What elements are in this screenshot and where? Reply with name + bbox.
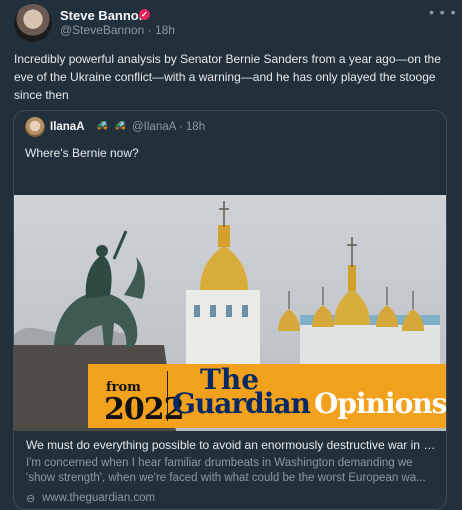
post-text: Incredibly powerful analysis by Senator … — [14, 52, 441, 102]
quote-text: Where's Bernie now? — [25, 146, 139, 160]
guardian-logo-text: Guardian — [172, 387, 311, 420]
quote-author-name[interactable]: IlanaA — [50, 121, 85, 133]
tractor-icon: 🚜 — [96, 120, 109, 131]
link-icon: ⊖ — [26, 493, 36, 505]
verified-badge-icon: ✓ — [139, 9, 150, 20]
link-preview-image[interactable]: from 2022 The Guardian Opinions — [14, 195, 446, 431]
link-card-title[interactable]: We must do everything possible to avoid … — [26, 438, 436, 452]
author-name[interactable]: Steve Bannon — [60, 8, 147, 23]
link-card-description-line: 'show strength', when we're faced with w… — [26, 472, 426, 484]
quote-author-avatar[interactable] — [25, 117, 45, 137]
tractor-icon: 🚜 — [114, 120, 127, 131]
author-avatar[interactable] — [14, 4, 52, 42]
quote-author-handle[interactable]: @IlanaA — [132, 121, 176, 133]
link-card-description-line: I'm concerned when I hear familiar drumb… — [26, 457, 413, 469]
guardian-opinions-text: Opinions — [314, 387, 446, 420]
quoted-post[interactable]: IlanaA 🚜 🚜 @IlanaA · 18h Where's Bernie … — [13, 110, 447, 510]
link-card-domain[interactable]: www.theguardian.com — [42, 492, 155, 504]
author-handle-line: @SteveBannon · 18h — [60, 23, 175, 37]
link-card-description: I'm concerned when I hear familiar drumb… — [26, 456, 436, 486]
quote-handle-line: @IlanaA · 18h — [132, 121, 205, 133]
author-handle[interactable]: @SteveBannon — [60, 23, 144, 37]
dot-separator: · — [178, 121, 183, 133]
more-horizontal-icon[interactable]: • • • — [429, 4, 456, 20]
dot-separator: · — [147, 23, 152, 37]
quote-time[interactable]: 18h — [186, 121, 205, 133]
post-time[interactable]: 18h — [155, 23, 175, 37]
post: Steve Bannon ✓ @SteveBannon · 18h • • • … — [0, 0, 462, 510]
